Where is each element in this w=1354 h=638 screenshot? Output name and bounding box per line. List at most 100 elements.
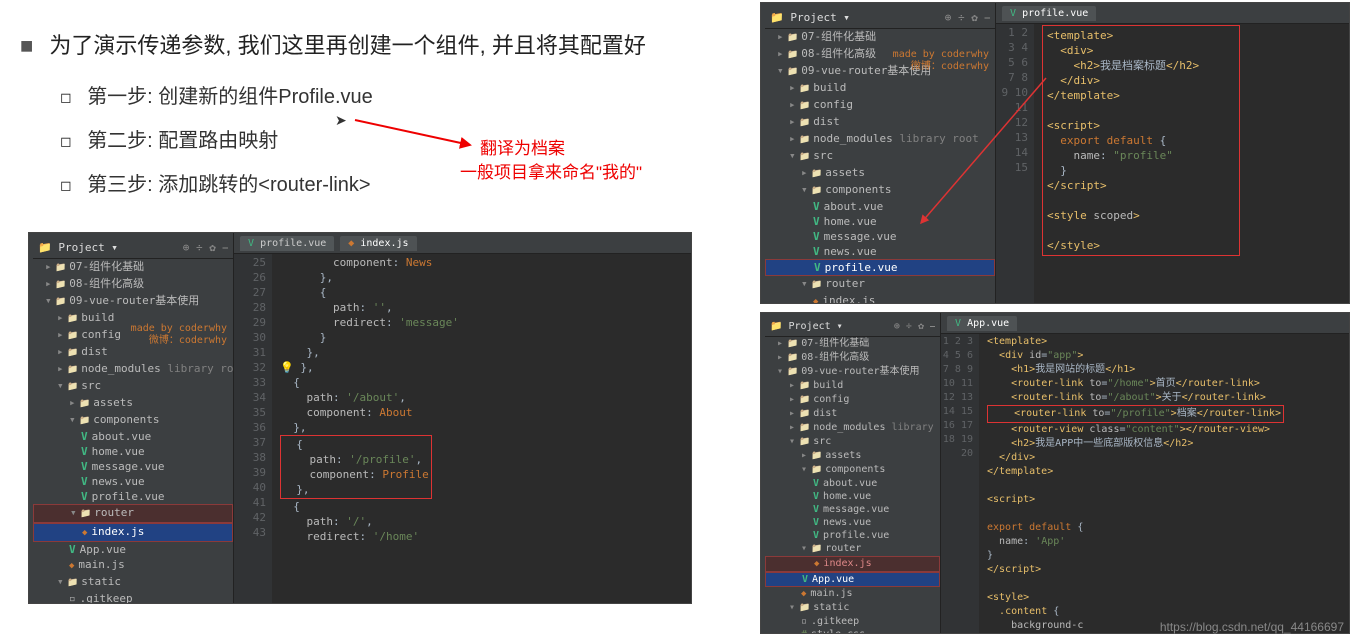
tree-file[interactable]: index.js bbox=[765, 556, 940, 572]
tree-node[interactable]: ▸assets bbox=[765, 449, 940, 463]
tree-node[interactable]: ▾components bbox=[33, 412, 233, 429]
main-bullet: ■ 为了演示传递参数, 我们这里再创建一个组件, 并且将其配置好 bbox=[20, 28, 760, 60]
annotation-translate: 翻译为档案 bbox=[480, 134, 565, 159]
tab-appvue[interactable]: V App.vue bbox=[947, 316, 1017, 331]
tree-node[interactable]: ▸dist bbox=[765, 407, 940, 421]
watermark: made by coderwhy微博：coderwhy bbox=[131, 323, 227, 347]
tree-node[interactable]: ▾router bbox=[765, 542, 940, 556]
tree-node[interactable]: ▸assets bbox=[33, 395, 233, 412]
slide-text: ■ 为了演示传递参数, 我们这里再创建一个组件, 并且将其配置好 ◻ 第一步: … bbox=[20, 10, 760, 212]
tree-node[interactable]: ▾src bbox=[33, 378, 233, 395]
tree-node[interactable]: ▾src bbox=[765, 148, 995, 165]
project-tree[interactable]: 📁 Project ▾ ⊕ ÷ ✿ ⎯ ▸07-组件化基础 ▸08-组件化高级 … bbox=[29, 233, 234, 603]
square-outline-icon: ◻ bbox=[60, 177, 72, 193]
tree-node[interactable]: ▸build bbox=[765, 379, 940, 393]
square-outline-icon: ◻ bbox=[60, 89, 72, 105]
tab-profile[interactable]: V profile.vue bbox=[240, 236, 334, 251]
tree-file[interactable]: home.vue bbox=[33, 444, 233, 459]
tree-file[interactable]: style.css bbox=[765, 628, 940, 634]
tree-node-router[interactable]: ▾router bbox=[33, 504, 233, 523]
tree-file[interactable]: profile.vue bbox=[33, 489, 233, 504]
code-content[interactable]: <template> <div id="app"> <h1>我是网站的标题</h… bbox=[979, 313, 1292, 633]
tree-toolbar-icons[interactable]: ⊕ ÷ ✿ ⎯ bbox=[183, 240, 228, 255]
tree-file[interactable]: news.vue bbox=[33, 474, 233, 489]
tree-node[interactable]: ▸08-组件化高级 bbox=[33, 276, 233, 293]
tree-node[interactable]: ▸build bbox=[765, 80, 995, 97]
tab-profile[interactable]: V profile.vue bbox=[1002, 6, 1096, 21]
editor-tabs[interactable]: V App.vue bbox=[941, 313, 1349, 334]
step3-text: 第三步: 添加跳转的<router-link> bbox=[87, 174, 370, 196]
tree-node[interactable]: ▸node_modules library root bbox=[765, 131, 995, 148]
tree-file[interactable]: App.vue bbox=[33, 542, 233, 557]
tree-file[interactable]: main.js bbox=[33, 557, 233, 574]
step3: ◻ 第三步: 添加跳转的<router-link> bbox=[60, 168, 760, 197]
step2-text: 第二步: 配置路由映射 bbox=[87, 130, 278, 152]
step2: ◻ 第二步: 配置路由映射 bbox=[60, 124, 760, 153]
step1-text: 第一步: 创建新的组件Profile.vue bbox=[87, 86, 373, 108]
tree-file[interactable]: main.js bbox=[765, 587, 940, 601]
line-gutter: 1 2 3 4 5 6 7 8 9 10 11 12 13 14 15 16 1… bbox=[941, 313, 979, 633]
tree-file[interactable]: home.vue bbox=[765, 490, 940, 503]
code-content[interactable]: component: News }, { path: '', redirect:… bbox=[272, 233, 467, 603]
tree-node[interactable]: ▸node_modules library root bbox=[765, 421, 940, 435]
project-header[interactable]: 📁 Project ▾ ⊕ ÷ ✿ ⎯ bbox=[33, 237, 233, 259]
tree-file[interactable]: home.vue bbox=[765, 214, 995, 229]
line-gutter: 25 26 27 28 29 30 31 32 33 34 35 36 37 3… bbox=[234, 233, 272, 603]
tree-node[interactable]: ▾components bbox=[765, 463, 940, 477]
tree-node[interactable]: ▾static bbox=[33, 574, 233, 591]
cursor-icon: ➤ bbox=[335, 112, 347, 129]
square-bullet-icon: ■ bbox=[20, 33, 33, 58]
tree-node[interactable]: ▸config bbox=[765, 393, 940, 407]
tree-file[interactable]: message.vue bbox=[765, 229, 995, 244]
step1: ◻ 第一步: 创建新的组件Profile.vue bbox=[60, 80, 760, 109]
tree-node[interactable]: ▸08-组件化高级 bbox=[765, 351, 940, 365]
tree-node[interactable]: ▾09-vue-router基本使用 bbox=[765, 365, 940, 379]
editor-tabs[interactable]: V profile.vue bbox=[996, 3, 1349, 24]
tree-file[interactable]: index.js bbox=[765, 293, 995, 304]
tree-file[interactable]: message.vue bbox=[765, 503, 940, 516]
tree-node[interactable]: ▸assets bbox=[765, 165, 995, 182]
code-editor[interactable]: V profile.vue 1 2 3 4 5 6 7 8 9 10 11 12… bbox=[996, 3, 1349, 303]
project-tree[interactable]: 📁 Project ▾ ⊕ ÷ ✿ ⎯ ▸07-组件化基础 ▸08-组件化高级 … bbox=[761, 3, 996, 303]
tree-toolbar-icons[interactable]: ⊕ ÷ ✿ ⎯ bbox=[945, 10, 990, 25]
tree-node[interactable]: ▸07-组件化基础 bbox=[33, 259, 233, 276]
ide-panel-profilevue: 📁 Project ▾ ⊕ ÷ ✿ ⎯ ▸07-组件化基础 ▸08-组件化高级 … bbox=[760, 2, 1350, 304]
watermark: made by coderwhy微博：coderwhy bbox=[893, 49, 989, 73]
tree-node[interactable]: ▸07-组件化基础 bbox=[765, 337, 940, 351]
line-gutter: 1 2 3 4 5 6 7 8 9 10 11 12 13 14 15 bbox=[996, 3, 1034, 303]
tree-file[interactable]: news.vue bbox=[765, 244, 995, 259]
tree-node[interactable]: ▾components bbox=[765, 182, 995, 199]
main-bullet-text: 为了演示传递参数, 我们这里再创建一个组件, 并且将其配置好 bbox=[49, 33, 645, 58]
ide-panel-appvue: 📁 Project ▾ ⊕ ÷ ✿ ⎯ ▸07-组件化基础 ▸08-组件化高级 … bbox=[760, 312, 1350, 634]
square-outline-icon: ◻ bbox=[60, 133, 72, 149]
tree-node[interactable]: ▸node_modules library root bbox=[33, 361, 233, 378]
tree-file[interactable]: news.vue bbox=[765, 516, 940, 529]
tree-file-indexjs[interactable]: index.js bbox=[33, 523, 233, 542]
code-editor[interactable]: V App.vue 1 2 3 4 5 6 7 8 9 10 11 12 13 … bbox=[941, 313, 1349, 633]
editor-tabs[interactable]: V profile.vue ◆ index.js bbox=[234, 233, 691, 254]
code-editor[interactable]: V profile.vue ◆ index.js 25 26 27 28 29 … bbox=[234, 233, 691, 603]
tree-file[interactable]: .gitkeep bbox=[33, 591, 233, 604]
project-header[interactable]: 📁 Project ▾ ⊕ ÷ ✿ ⎯ bbox=[765, 317, 940, 337]
tree-node[interactable]: ▾router bbox=[765, 276, 995, 293]
project-tree[interactable]: 📁 Project ▾ ⊕ ÷ ✿ ⎯ ▸07-组件化基础 ▸08-组件化高级 … bbox=[761, 313, 941, 633]
tab-indexjs[interactable]: ◆ index.js bbox=[340, 236, 416, 251]
tree-file[interactable]: .gitkeep bbox=[765, 615, 940, 628]
tree-node[interactable]: ▸config bbox=[765, 97, 995, 114]
tree-file[interactable]: about.vue bbox=[33, 429, 233, 444]
tree-file[interactable]: about.vue bbox=[765, 199, 995, 214]
tree-node[interactable]: ▾src bbox=[765, 435, 940, 449]
annotation-naming: 一般项目拿来命名"我的" bbox=[460, 158, 642, 183]
tree-file-appvue[interactable]: App.vue bbox=[765, 572, 940, 587]
code-content[interactable]: <template> <div> <h2>我是档案标题</h2> </div> … bbox=[1034, 3, 1248, 303]
tree-node[interactable]: ▸07-组件化基础 bbox=[765, 29, 995, 46]
tree-file[interactable]: message.vue bbox=[33, 459, 233, 474]
tree-node[interactable]: ▾09-vue-router基本使用 bbox=[33, 293, 233, 310]
tree-file-profile[interactable]: profile.vue bbox=[765, 259, 995, 276]
project-header[interactable]: 📁 Project ▾ ⊕ ÷ ✿ ⎯ bbox=[765, 7, 995, 29]
tree-file[interactable]: profile.vue bbox=[765, 529, 940, 542]
tree-toolbar-icons[interactable]: ⊕ ÷ ✿ ⎯ bbox=[894, 320, 935, 333]
tree-node[interactable]: ▸dist bbox=[765, 114, 995, 131]
tree-file[interactable]: about.vue bbox=[765, 477, 940, 490]
tree-node[interactable]: ▾static bbox=[765, 601, 940, 615]
